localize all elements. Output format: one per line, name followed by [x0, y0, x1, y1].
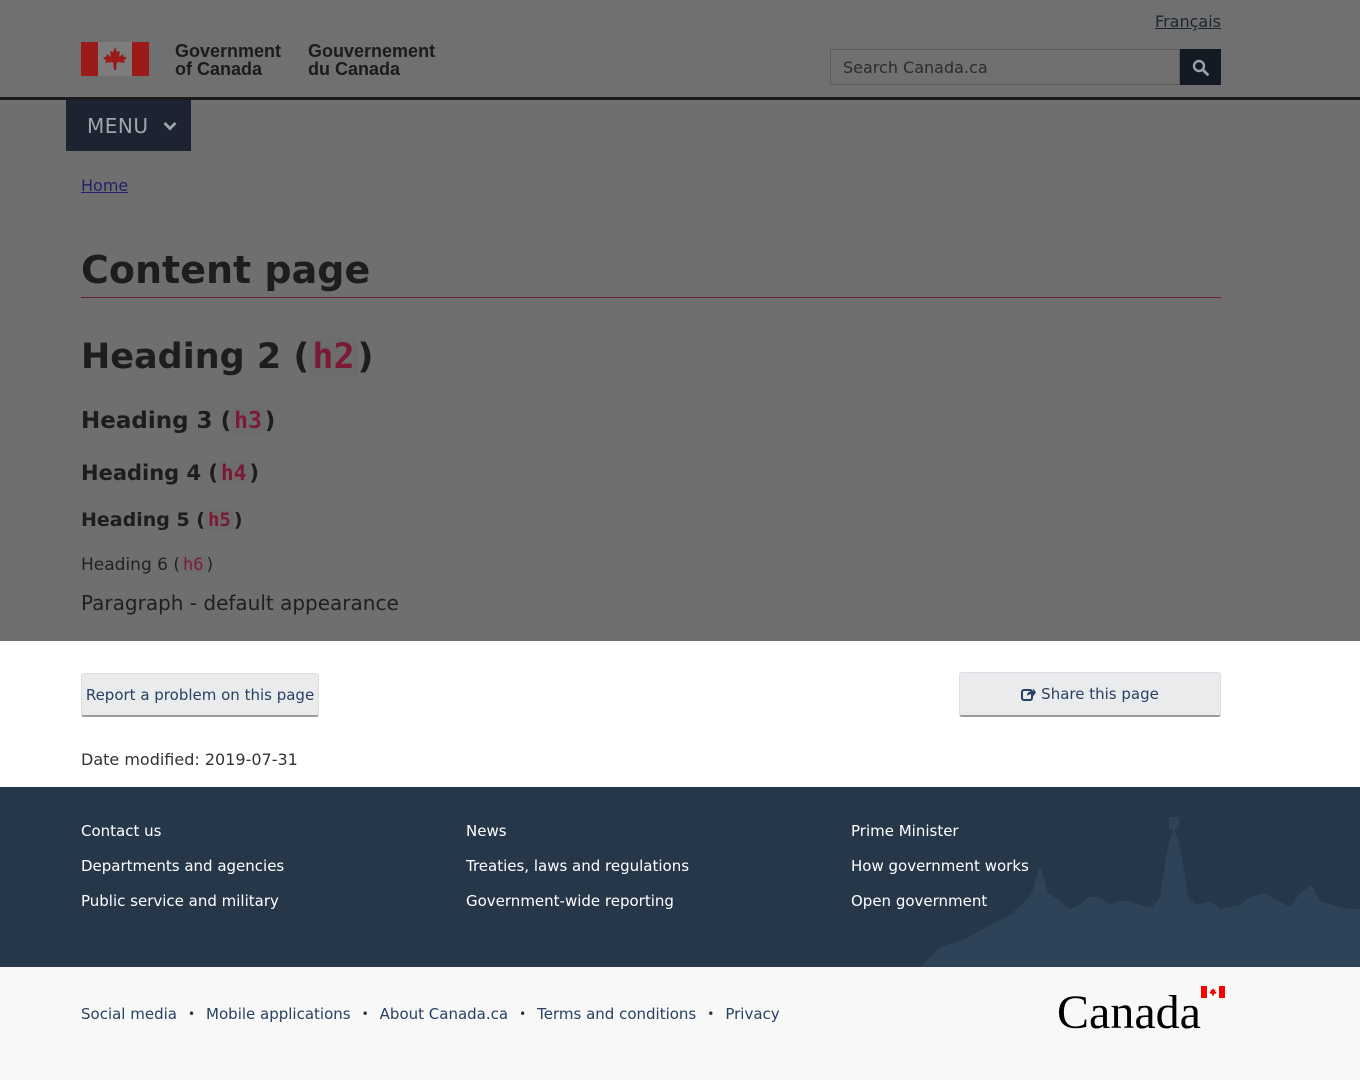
h4-code-tag: h4 — [218, 461, 250, 485]
dimmed-page-region: Français Government of Canada Gouverneme… — [0, 0, 1360, 641]
footer-link-reporting[interactable]: Government-wide reporting — [466, 891, 689, 911]
signature-french: Gouvernement du Canada — [308, 41, 436, 79]
share-icon — [1021, 688, 1037, 701]
sub-link-about[interactable]: About Canada.ca — [380, 1005, 508, 1023]
breadcrumb-home-link[interactable]: Home — [81, 176, 128, 195]
date-modified-value: 2019-07-31 — [204, 750, 298, 769]
heading-6-sample: Heading 6 (h6) — [81, 555, 214, 575]
h5-code-tag: h5 — [204, 509, 234, 531]
separator-bullet: • — [187, 1007, 196, 1021]
sub-link-social-media[interactable]: Social media — [81, 1005, 177, 1023]
footer-link-public-service[interactable]: Public service and military — [81, 891, 284, 911]
sub-link-terms[interactable]: Terms and conditions — [537, 1005, 696, 1023]
heading-3-sample: Heading 3 (h3) — [81, 408, 276, 434]
government-signature[interactable]: Government of Canada Gouvernement du Can… — [81, 41, 436, 79]
footer-link-how-government-works[interactable]: How government works — [851, 856, 1029, 876]
h6-code-tag: h6 — [180, 555, 207, 575]
h2-code-tag: h2 — [309, 337, 358, 377]
page-title: Content page — [81, 248, 371, 292]
menu-button[interactable]: MENU — [66, 100, 191, 151]
footer-link-news[interactable]: News — [466, 821, 689, 841]
footer-column-2: News Treaties, laws and regulations Gove… — [466, 821, 689, 911]
canada-flag-icon — [81, 42, 149, 76]
separator-bullet: • — [707, 1007, 715, 1021]
h3-code-tag: h3 — [231, 408, 265, 434]
footer-link-treaties[interactable]: Treaties, laws and regulations — [466, 856, 689, 876]
footer-link-contact-us[interactable]: Contact us — [81, 821, 284, 841]
sub-footer: Social media • Mobile applications • Abo… — [0, 967, 1360, 1080]
footer-link-prime-minister[interactable]: Prime Minister — [851, 821, 1029, 841]
svg-text:Canada: Canada — [1057, 986, 1201, 1034]
breadcrumb: Home — [81, 176, 128, 195]
corporate-links: Social media • Mobile applications • Abo… — [81, 1005, 780, 1023]
title-underline — [81, 297, 1221, 298]
menu-label: MENU — [87, 113, 149, 138]
site-search — [830, 49, 1221, 85]
heading-2-sample: Heading 2 (h2) — [81, 337, 374, 377]
main-footer: Contact us Departments and agencies Publ… — [0, 787, 1360, 967]
header-divider — [0, 97, 1360, 100]
footer-link-departments[interactable]: Departments and agencies — [81, 856, 284, 876]
heading-5-sample: Heading 5 (h5) — [81, 509, 243, 531]
language-toggle-link[interactable]: Français — [1155, 12, 1221, 31]
footer-column-1: Contact us Departments and agencies Publ… — [81, 821, 284, 911]
heading-4-sample: Heading 4 (h4) — [81, 461, 259, 485]
search-icon — [1192, 59, 1209, 76]
wordmark-flag-icon — [1201, 986, 1225, 998]
chevron-down-icon — [163, 121, 176, 130]
search-input[interactable] — [830, 49, 1180, 85]
date-modified: Date modified: 2019-07-31 — [81, 750, 298, 769]
share-page-button[interactable]: Share this page — [959, 672, 1221, 717]
separator-bullet: • — [361, 1007, 369, 1021]
report-problem-button[interactable]: Report a problem on this page — [81, 673, 319, 717]
share-label: Share this page — [1041, 685, 1159, 703]
date-modified-label: Date modified: — [81, 750, 200, 769]
footer-column-3: Prime Minister How government works Open… — [851, 821, 1029, 911]
site-header: Français Government of Canada Gouverneme… — [0, 0, 1360, 97]
signature-english: Government of Canada — [175, 41, 282, 79]
canada-wordmark-logo: Canada — [1057, 986, 1225, 1034]
sub-link-privacy[interactable]: Privacy — [725, 1005, 779, 1023]
maple-leaf-icon — [103, 47, 127, 70]
separator-bullet: • — [519, 1007, 527, 1021]
sub-link-mobile-apps[interactable]: Mobile applications — [206, 1005, 351, 1023]
footer-link-open-government[interactable]: Open government — [851, 891, 1029, 911]
sample-paragraph: Paragraph - default appearance — [81, 591, 399, 615]
search-button[interactable] — [1180, 49, 1221, 85]
